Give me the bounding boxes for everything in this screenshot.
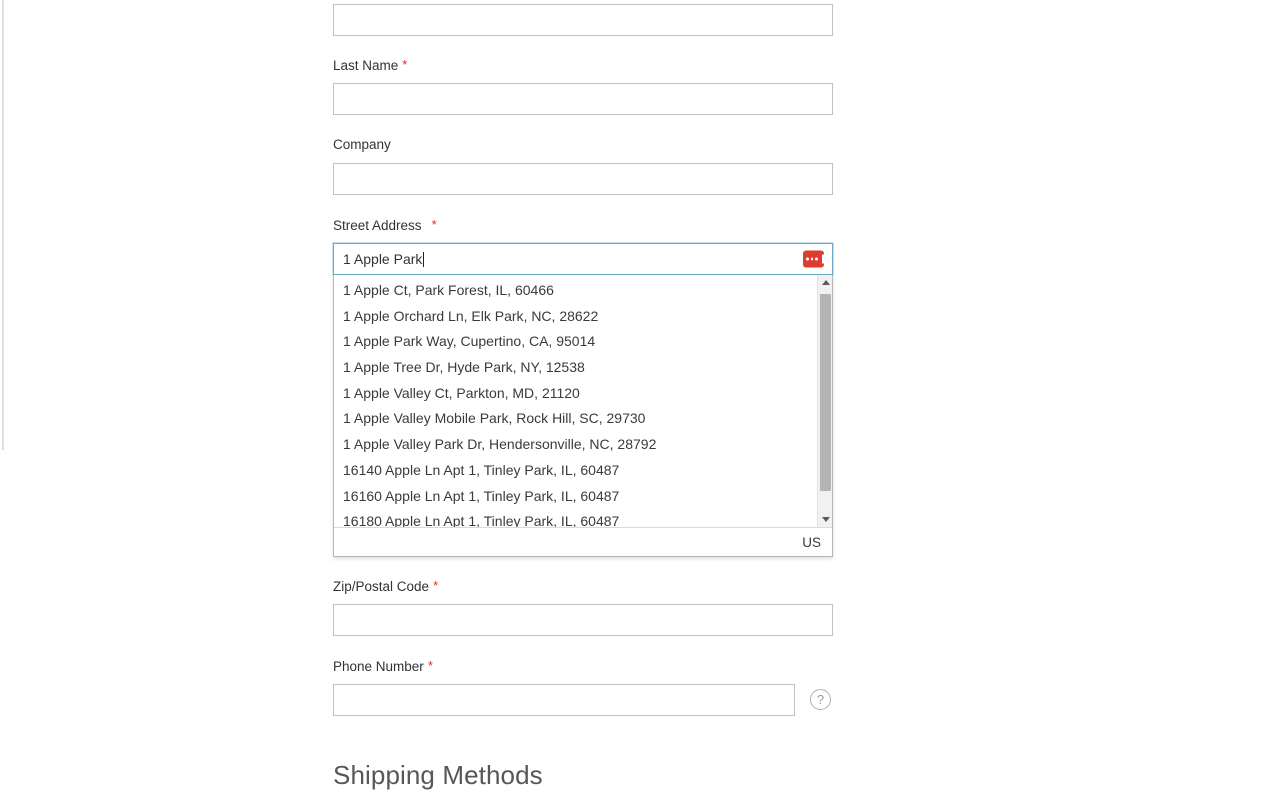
- autofill-dot: [811, 258, 814, 261]
- chevron-up-icon: [822, 280, 830, 285]
- zip-input-wrap: [333, 604, 833, 636]
- autocomplete-option[interactable]: 1 Apple Tree Dr, Hyde Park, NY, 12538: [334, 355, 832, 381]
- street-address-input-wrap: 1 Apple Park 1 Apple Ct, Park Forest, IL…: [333, 243, 833, 275]
- zip-postal-code-required-marker: *: [433, 578, 438, 593]
- autocomplete-option[interactable]: 1 Apple Valley Ct, Parkton, MD, 21120: [334, 381, 832, 407]
- first-name-field-group: [333, 4, 833, 36]
- last-name-input-wrap: [333, 83, 833, 115]
- zip-postal-code-label: Zip/Postal Code *: [333, 578, 438, 595]
- company-field-group: Company: [333, 137, 391, 153]
- autofill-dot: [815, 258, 818, 261]
- first-name-input[interactable]: [333, 4, 833, 36]
- address-autocomplete-dropdown[interactable]: 1 Apple Ct, Park Forest, IL, 60466 1 App…: [333, 275, 833, 557]
- last-name-field-group: Last Name *: [333, 57, 407, 74]
- autofill-dot: [806, 258, 809, 261]
- autocomplete-option[interactable]: 1 Apple Orchard Ln, Elk Park, NC, 28622: [334, 304, 832, 330]
- street-address-input[interactable]: [333, 243, 833, 275]
- autocomplete-option[interactable]: 1 Apple Valley Park Dr, Hendersonville, …: [334, 432, 832, 458]
- scrollbar-thumb[interactable]: [820, 294, 831, 491]
- zip-field-group: Zip/Postal Code *: [333, 578, 438, 595]
- phone-number-input[interactable]: [333, 684, 795, 716]
- zip-postal-code-label-text: Zip/Postal Code: [333, 579, 429, 594]
- phone-input-wrap: ?: [333, 684, 795, 716]
- phone-number-label: Phone Number *: [333, 658, 433, 675]
- autocomplete-option[interactable]: 1 Apple Valley Mobile Park, Rock Hill, S…: [334, 406, 832, 432]
- autocomplete-option[interactable]: 16140 Apple Ln Apt 1, Tinley Park, IL, 6…: [334, 458, 832, 484]
- autocomplete-option[interactable]: 1 Apple Ct, Park Forest, IL, 60466: [334, 278, 832, 304]
- autocomplete-list[interactable]: 1 Apple Ct, Park Forest, IL, 60466 1 App…: [334, 275, 832, 527]
- company-input-wrap: [333, 163, 833, 195]
- zip-postal-code-input[interactable]: [333, 604, 833, 636]
- autofill-bar: [822, 255, 824, 264]
- password-manager-icon[interactable]: [803, 251, 824, 268]
- street-address-label: Street Address *: [333, 217, 437, 234]
- last-name-input[interactable]: [333, 83, 833, 115]
- phone-number-label-text: Phone Number: [333, 659, 424, 674]
- scroll-down-button[interactable]: [818, 512, 832, 527]
- company-label: Company: [333, 137, 391, 153]
- street-address-label-text: Street Address: [333, 218, 422, 233]
- last-name-label: Last Name *: [333, 57, 407, 74]
- shipping-methods-heading: Shipping Methods: [333, 760, 543, 791]
- autocomplete-footer: US: [334, 527, 832, 556]
- street-address-field-group: Street Address *: [333, 217, 437, 234]
- phone-field-group: Phone Number *: [333, 658, 433, 675]
- phone-number-required-marker: *: [428, 658, 433, 673]
- scroll-up-button[interactable]: [818, 275, 832, 290]
- chevron-down-icon: [822, 517, 830, 522]
- autocomplete-option[interactable]: 16180 Apple Ln Apt 1, Tinley Park, IL, 6…: [334, 509, 832, 527]
- autocomplete-country-label: US: [802, 535, 821, 550]
- last-name-label-text: Last Name: [333, 58, 398, 73]
- page-left-divider: [2, 0, 4, 450]
- question-mark-icon[interactable]: ?: [810, 689, 831, 710]
- autocomplete-option[interactable]: 16160 Apple Ln Apt 1, Tinley Park, IL, 6…: [334, 484, 832, 510]
- autocomplete-option[interactable]: 1 Apple Park Way, Cupertino, CA, 95014: [334, 329, 832, 355]
- company-input[interactable]: [333, 163, 833, 195]
- autocomplete-scrollbar[interactable]: [817, 275, 832, 527]
- street-address-required-marker: *: [432, 217, 437, 232]
- last-name-required-marker: *: [402, 57, 407, 72]
